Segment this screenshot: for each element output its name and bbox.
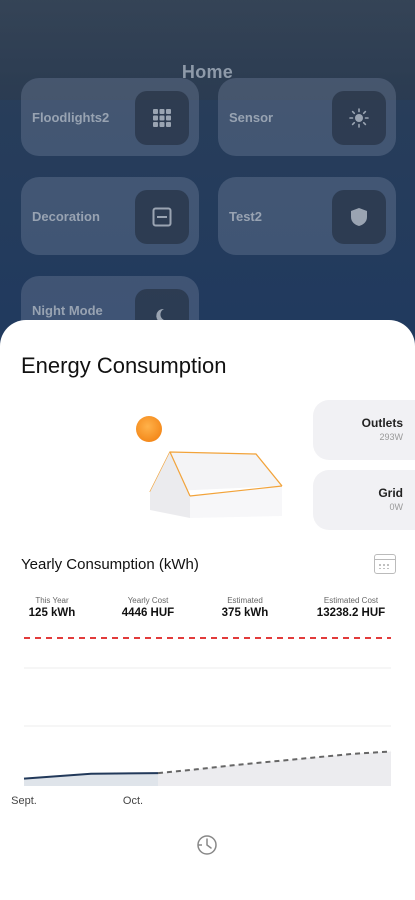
- stat-yearly-cost: Yearly Cost 4446 HUF: [112, 596, 184, 619]
- calendar-icon[interactable]: [374, 554, 396, 574]
- tile-label: Night Mode: [32, 303, 103, 318]
- stat-value: 375 kWh: [221, 607, 269, 619]
- stat-this-year: This Year 125 kWh: [24, 596, 80, 619]
- stat-value: 4446 HUF: [121, 607, 175, 619]
- sheet-title: Energy Consumption: [21, 353, 227, 378]
- x-tick-label: Oct.: [123, 795, 143, 807]
- outlets-value: 293W: [379, 432, 403, 442]
- tile-label: Floodlights2: [32, 110, 110, 125]
- stat-label: This Year: [35, 596, 69, 605]
- outlets-card[interactable]: Outlets 293W: [313, 400, 415, 460]
- stat-value: 13238.2 HUF: [316, 607, 386, 619]
- stat-value: 125 kWh: [28, 607, 76, 619]
- tile-floodlights2[interactable]: Floodlights2: [21, 78, 199, 156]
- tile-label: Sensor: [229, 110, 274, 125]
- grid-label: Grid: [378, 486, 403, 500]
- stat-label: Yearly Cost: [127, 596, 169, 605]
- tile-label: Test2: [229, 209, 262, 224]
- stat-label: Estimated Cost: [323, 596, 379, 605]
- stat-estimated-cost: Estimated Cost 13238.2 HUF: [308, 596, 394, 619]
- actual-area: [24, 773, 158, 786]
- grid-icon[interactable]: [135, 91, 189, 145]
- tile-label: Decoration: [32, 209, 100, 224]
- stat-estimated: Estimated 375 kWh: [214, 596, 276, 619]
- history-icon[interactable]: [196, 834, 218, 856]
- tile-sensor[interactable]: Sensor: [218, 78, 396, 156]
- sun-illustration: [136, 416, 162, 442]
- sun-icon[interactable]: [332, 91, 386, 145]
- grid-card[interactable]: Grid 0W: [313, 470, 415, 530]
- panel-icon[interactable]: [135, 190, 189, 244]
- projection-area: [158, 751, 391, 786]
- grid-value: 0W: [389, 502, 404, 512]
- energy-sheet: Energy Consumption Outlets 293W Grid 0W …: [0, 320, 415, 900]
- yearly-consumption-chart: Sept. Oct.: [11, 637, 392, 807]
- stat-label: Estimated: [227, 596, 263, 605]
- x-tick-label: Sept.: [11, 795, 37, 807]
- outlets-label: Outlets: [361, 416, 403, 430]
- shield-icon[interactable]: [332, 190, 386, 244]
- yearly-consumption-title: Yearly Consumption (kWh): [21, 556, 199, 573]
- house-illustration: [149, 451, 283, 518]
- tile-test2[interactable]: Test2: [218, 177, 396, 255]
- tile-decoration[interactable]: Decoration: [21, 177, 199, 255]
